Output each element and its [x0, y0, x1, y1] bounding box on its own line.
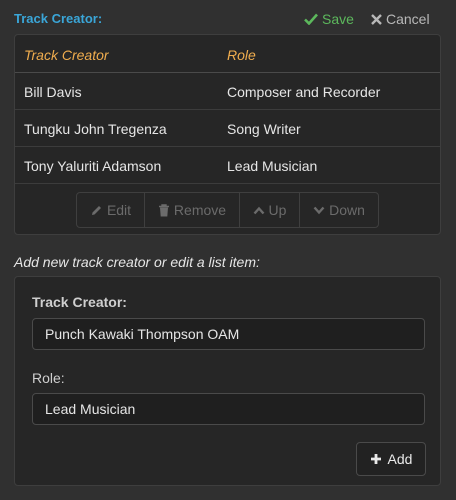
- plus-icon: [370, 453, 382, 465]
- checkmark-icon: [304, 13, 318, 25]
- role-field-label: Role:: [32, 370, 65, 386]
- creator-field-label: Track Creator:: [32, 294, 127, 310]
- save-label: Save: [322, 11, 354, 27]
- cancel-button[interactable]: Cancel: [371, 11, 430, 27]
- role-cell: Lead Musician: [227, 158, 318, 174]
- table-header: Track Creator Role: [15, 35, 440, 73]
- move-up-button[interactable]: Up: [240, 193, 300, 227]
- creator-cell: Tungku John Tregenza: [24, 121, 167, 137]
- table-row[interactable]: Tungku John Tregenza Song Writer: [15, 110, 440, 147]
- track-creator-form: Track Creator: Role: Add: [14, 276, 441, 486]
- remove-label: Remove: [173, 202, 227, 218]
- save-button[interactable]: Save: [304, 11, 354, 27]
- creator-input[interactable]: [32, 318, 425, 350]
- up-label: Up: [268, 202, 287, 218]
- section-title: Track Creator:: [14, 11, 103, 26]
- role-cell: Song Writer: [227, 121, 301, 137]
- add-label: Add: [387, 451, 413, 467]
- creator-cell: Tony Yaluriti Adamson: [24, 158, 162, 174]
- form-hint: Add new track creator or edit a list ite…: [14, 254, 260, 270]
- list-action-group: Edit Remove Up Down: [76, 192, 379, 228]
- move-down-button[interactable]: Down: [300, 193, 378, 227]
- edit-label: Edit: [106, 202, 132, 218]
- close-icon: [371, 13, 382, 25]
- role-input[interactable]: [32, 393, 425, 425]
- chevron-down-icon: [313, 206, 325, 215]
- creator-cell: Bill Davis: [24, 84, 82, 100]
- table-row[interactable]: Bill Davis Composer and Recorder: [15, 73, 440, 110]
- remove-button[interactable]: Remove: [145, 193, 240, 227]
- column-header-track-creator: Track Creator: [24, 47, 109, 63]
- trash-icon: [158, 203, 170, 217]
- track-creator-list: Track Creator Role Bill Davis Composer a…: [14, 34, 441, 235]
- edit-button[interactable]: Edit: [77, 193, 145, 227]
- down-label: Down: [329, 202, 365, 218]
- chevron-up-icon: [253, 206, 265, 215]
- pencil-icon: [90, 204, 103, 217]
- header: Track Creator: Save Cancel: [0, 0, 456, 38]
- role-cell: Composer and Recorder: [227, 84, 381, 100]
- table-row[interactable]: Tony Yaluriti Adamson Lead Musician: [15, 147, 440, 184]
- cancel-label: Cancel: [386, 11, 430, 27]
- add-button[interactable]: Add: [356, 442, 426, 476]
- column-header-role: Role: [227, 47, 256, 63]
